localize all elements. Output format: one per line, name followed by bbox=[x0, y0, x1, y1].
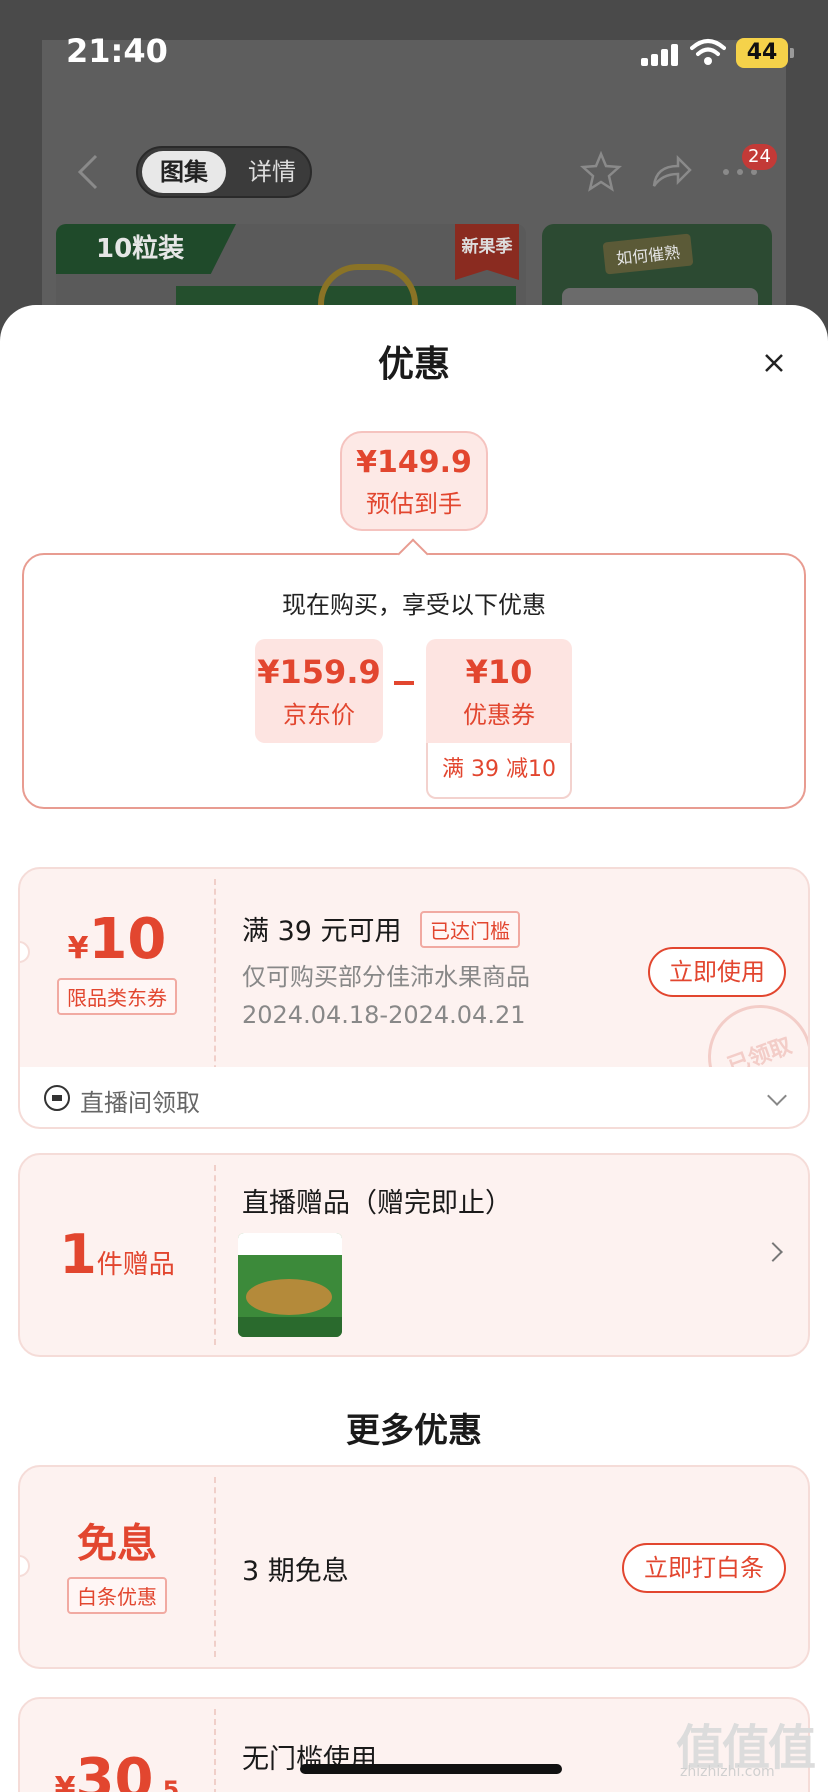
gift-card[interactable]: 1件赠品 直播赠品（赠完即止） bbox=[18, 1153, 810, 1357]
coupon-card: ¥10 限品类东券 满 39 元可用 已达门槛 仅可购买部分佳沛水果商品 202… bbox=[18, 867, 810, 1093]
estimated-price-pill: ¥149.9 预估到手 bbox=[340, 431, 488, 531]
status-time: 21:40 bbox=[66, 32, 168, 70]
coupon-validity-date: 2024.04.18-2024.04.21 bbox=[242, 1001, 526, 1029]
coupon-description: 仅可购买部分佳沛水果商品 bbox=[242, 963, 530, 991]
gift-unit: 件赠品 bbox=[96, 1250, 175, 1280]
coupon-discount-card: ¥10 优惠券 bbox=[426, 639, 572, 743]
coupon-currency: ¥ bbox=[67, 931, 89, 966]
coupon-source-row[interactable]: 直播间领取 bbox=[18, 1067, 810, 1129]
breakdown-heading: 现在购买，享受以下优惠 bbox=[282, 591, 546, 619]
gift-image-base bbox=[238, 1317, 342, 1337]
coupon-source: 直播间领取 bbox=[80, 1089, 200, 1117]
coupon-rule: 满 39 减10 bbox=[426, 743, 572, 799]
back-arrow-icon[interactable] bbox=[74, 152, 102, 192]
baitiao-tag: 白条优惠 bbox=[67, 1577, 167, 1614]
more-offers-title: 更多优惠 bbox=[346, 1411, 482, 1451]
share-icon[interactable] bbox=[650, 152, 692, 190]
card-divider bbox=[214, 1709, 216, 1792]
star-favorite-icon[interactable] bbox=[580, 150, 622, 192]
partial-amount: 30 bbox=[75, 1747, 154, 1792]
jd-price-amount: ¥159.9 bbox=[257, 653, 381, 691]
view-switch: 图集 详情 bbox=[136, 146, 312, 198]
minus-sign bbox=[394, 681, 414, 685]
partial-decimal: .5 bbox=[153, 1776, 180, 1792]
tab-gallery[interactable]: 图集 bbox=[142, 151, 226, 193]
status-bar: 21:40 44 bbox=[0, 0, 828, 106]
baitiao-title: 3 期免息 bbox=[242, 1556, 349, 1587]
coupon-value-block: ¥10 限品类东券 bbox=[20, 907, 214, 1015]
gift-product-image bbox=[238, 1233, 342, 1337]
sheet-title: 优惠 bbox=[377, 344, 450, 385]
cellular-signal-icon bbox=[641, 42, 679, 66]
notification-badge: 24 bbox=[742, 144, 777, 170]
gift-count: 1 bbox=[59, 1223, 97, 1286]
battery-indicator: 44 bbox=[736, 38, 794, 68]
threshold-met-badge: 已达门槛 bbox=[420, 911, 520, 948]
promotions-sheet: 优惠 ¥149.9 预估到手 现在购买，享受以下优惠 ¥159.9 京东价 ¥1… bbox=[0, 305, 828, 1792]
partial-currency: ¥ bbox=[54, 1771, 76, 1792]
thumbnail-label: 如何催熟 bbox=[602, 233, 694, 275]
baitiao-card: 免息 白条优惠 3 期免息 立即打白条 bbox=[18, 1465, 810, 1669]
partial-value-block: ¥30.5 bbox=[20, 1747, 214, 1792]
gift-image-header bbox=[238, 1233, 342, 1255]
estimated-label: 预估到手 bbox=[366, 490, 462, 518]
watermark-url: zhizhizhi.com bbox=[680, 1764, 775, 1780]
chevron-down-icon bbox=[767, 1086, 787, 1106]
live-room-icon bbox=[44, 1085, 70, 1111]
card-divider bbox=[214, 879, 216, 1081]
card-divider bbox=[214, 1165, 216, 1345]
baitiao-amount: 免息 bbox=[77, 1521, 157, 1567]
coupon-title: 满 39 元可用 bbox=[242, 916, 402, 947]
gift-image-fruit bbox=[246, 1279, 332, 1315]
home-indicator[interactable] bbox=[300, 1764, 562, 1774]
coupon-amount: 10 bbox=[88, 907, 167, 972]
chevron-right-icon bbox=[763, 1242, 783, 1262]
close-icon[interactable] bbox=[756, 345, 792, 381]
use-now-button[interactable]: 立即使用 bbox=[648, 947, 786, 997]
estimated-price: ¥149.9 bbox=[356, 445, 472, 480]
baitiao-button[interactable]: 立即打白条 bbox=[622, 1543, 786, 1593]
coupon-discount-label: 优惠券 bbox=[463, 701, 535, 729]
thumbnail-tag: 10粒装 bbox=[56, 224, 236, 274]
wifi-icon bbox=[690, 39, 726, 65]
jd-price-card: ¥159.9 京东价 bbox=[255, 639, 383, 743]
coupon-discount-amount: ¥10 bbox=[465, 653, 533, 691]
jd-price-label: 京东价 bbox=[283, 701, 355, 729]
baitiao-value-block: 免息 白条优惠 bbox=[20, 1511, 214, 1614]
gift-count-block: 1件赠品 bbox=[20, 1223, 214, 1286]
coupon-type-tag: 限品类东券 bbox=[57, 978, 177, 1015]
gift-title: 直播赠品（赠完即止） bbox=[242, 1188, 512, 1219]
card-divider bbox=[214, 1477, 216, 1657]
tab-details[interactable]: 详情 bbox=[236, 151, 308, 193]
